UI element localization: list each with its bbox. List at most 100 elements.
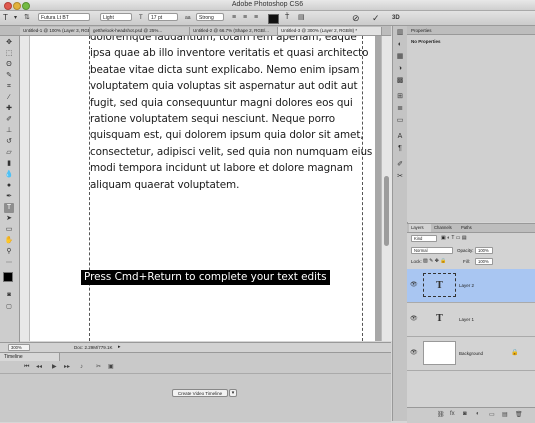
tab-untitled-3[interactable]: Untitled-3 @ 300% (Layer 2, RGB/8) * <box>278 27 382 35</box>
blend-mode-select[interactable]: Normal <box>411 247 453 254</box>
info-panel-icon[interactable]: ≣ <box>395 104 405 114</box>
trash-icon[interactable]: 🗑 <box>515 411 523 418</box>
adjustments-panel-icon[interactable]: ◑ <box>395 64 405 74</box>
play-icon[interactable]: ▶ <box>52 362 57 373</box>
document-canvas[interactable]: doloremque laudantium, totam rem aperiam… <box>30 36 375 341</box>
font-size-select[interactable]: 17 pt <box>148 13 178 21</box>
eyedropper-tool-icon[interactable]: ∕ <box>4 93 14 103</box>
type-tool-icon[interactable]: T <box>3 11 8 25</box>
text-color-swatch[interactable] <box>268 14 279 24</box>
font-family-select[interactable]: Futura Lt BT <box>38 13 90 21</box>
eraser-tool-icon[interactable]: ▱ <box>4 148 14 158</box>
tab-headshot[interactable]: getthelook-headshot.psd @ 25%... <box>90 27 190 35</box>
new-group-icon[interactable]: ▭ <box>489 411 495 418</box>
brush-panel-icon[interactable]: ✐ <box>395 160 405 170</box>
first-frame-icon[interactable]: ⏮ <box>24 362 29 373</box>
layer-name[interactable]: Layer 1 <box>459 317 474 322</box>
screen-mode-icon[interactable]: ▢ <box>4 302 14 312</box>
gradient-tool-icon[interactable]: ▮ <box>4 159 14 169</box>
panel-dock: ▥ ◐ ▦ ◑ ▩ ⊞ ≣ ▭ A ¶ ✐ ✂ <box>392 26 408 421</box>
dodge-tool-icon[interactable]: ● <box>4 181 14 191</box>
properties-tab[interactable]: Properties <box>407 26 535 35</box>
text-orientation-icon[interactable]: ⇅ <box>24 11 30 25</box>
hand-tool-icon[interactable]: ✋ <box>4 236 14 246</box>
quick-mask-icon[interactable]: ◙ <box>4 290 14 300</box>
crop-tool-icon[interactable]: ⌗ <box>4 82 14 92</box>
zoom-level-field[interactable]: 300% <box>8 344 30 351</box>
marquee-tool-icon[interactable]: ⬚ <box>4 49 14 59</box>
scrollbar-thumb[interactable] <box>384 176 389 246</box>
type-tool-icon[interactable]: T <box>4 203 14 213</box>
align-right-icon[interactable]: ≡ <box>254 11 258 25</box>
antialias-select[interactable]: Strong <box>196 13 224 21</box>
link-layers-icon[interactable]: ⛓ <box>437 411 445 418</box>
zoom-tool-icon[interactable]: ⚲ <box>4 247 14 257</box>
healing-brush-tool-icon[interactable]: ✚ <box>4 104 14 114</box>
fill-field[interactable]: 100% <box>475 258 493 265</box>
lasso-tool-icon[interactable]: ʘ <box>4 60 14 70</box>
transition-icon[interactable]: ▣ <box>108 362 114 373</box>
tab-layers[interactable]: Layers <box>409 224 431 232</box>
tool-presets-icon[interactable]: ✂ <box>395 172 405 182</box>
font-style-select[interactable]: Light <box>100 13 132 21</box>
quick-select-tool-icon[interactable]: ✎ <box>4 71 14 81</box>
visibility-eye-icon[interactable]: 👁 <box>410 315 418 322</box>
visibility-eye-icon[interactable]: 👁 <box>410 349 418 356</box>
opacity-field[interactable]: 100% <box>475 247 493 254</box>
vertical-scrollbar[interactable] <box>381 36 392 341</box>
more-tools-icon[interactable]: ⋯ <box>4 258 14 268</box>
lock-icons[interactable]: ▨ ✎ ✥ 🔒 <box>423 258 447 264</box>
color-panel-icon[interactable]: ◐ <box>395 40 405 50</box>
audio-icon[interactable]: ♪ <box>80 362 83 373</box>
layer-style-icon[interactable]: fx <box>450 411 455 417</box>
paragraph-panel-icon[interactable]: ¶ <box>395 144 405 154</box>
align-center-icon[interactable]: ≡ <box>243 11 247 25</box>
warp-text-icon[interactable]: Ť <box>285 11 289 25</box>
tab-paths[interactable]: Paths <box>459 224 479 232</box>
filter-icons[interactable]: ▣ ◐ T ▭ ▤ <box>441 235 467 241</box>
timeline-tab[interactable]: Timeline <box>0 353 60 361</box>
clone-stamp-tool-icon[interactable]: ⊥ <box>4 126 14 136</box>
next-frame-icon[interactable]: ▸▸ <box>64 362 70 373</box>
tab-untitled-1[interactable]: Untitled-1 @ 100% (Layer 3, RGB/8) <box>20 27 90 35</box>
blur-tool-icon[interactable]: 💧 <box>4 170 14 180</box>
3d-mode-button[interactable]: 3D <box>392 11 400 25</box>
navigator-panel-icon[interactable]: ▭ <box>395 116 405 126</box>
text-layer-content[interactable]: doloremque laudantium, totam rem aperiam… <box>90 36 391 193</box>
history-panel-icon[interactable]: ▥ <box>395 28 405 38</box>
layer-filter-select[interactable]: Kind <box>411 235 437 242</box>
foreground-color-swatch[interactable] <box>3 272 13 282</box>
actions-panel-icon[interactable]: ⊞ <box>395 92 405 102</box>
swatches-panel-icon[interactable]: ▦ <box>395 52 405 62</box>
character-panel-icon[interactable]: A <box>395 132 405 142</box>
commit-edits-button[interactable]: ✓ <box>372 11 380 25</box>
align-left-icon[interactable]: ≡ <box>232 11 236 25</box>
tab-untitled-2[interactable]: Untitled-2 @ 66.7% (Shape 2, RGB/... <box>190 27 278 35</box>
styles-panel-icon[interactable]: ▩ <box>395 76 405 86</box>
history-brush-tool-icon[interactable]: ↺ <box>4 137 14 147</box>
pen-tool-icon[interactable]: ✒ <box>4 192 14 202</box>
adjustment-layer-icon[interactable]: ◐ <box>476 411 480 417</box>
canvas-area[interactable]: doloremque laudantium, totam rem aperiam… <box>20 36 391 341</box>
add-mask-icon[interactable]: ◙ <box>463 411 467 417</box>
layer-row-layer-1[interactable]: 👁 T Layer 1 <box>407 303 535 337</box>
brush-tool-icon[interactable]: ✐ <box>4 115 14 125</box>
layer-name[interactable]: Background <box>459 351 483 356</box>
path-selection-tool-icon[interactable]: ➤ <box>4 214 14 224</box>
layer-name[interactable]: Layer 2 <box>459 283 474 288</box>
status-arrow-icon[interactable]: ▸ <box>118 344 121 350</box>
timeline-dropdown[interactable]: ▾ <box>229 389 237 397</box>
visibility-eye-icon[interactable]: 👁 <box>410 281 418 288</box>
character-panel-icon[interactable]: ▤ <box>298 11 305 25</box>
layer-row-layer-2[interactable]: 👁 T Layer 2 <box>407 269 535 303</box>
scissors-icon[interactable]: ✂ <box>96 362 101 373</box>
layer-row-background[interactable]: 👁 Background 🔒 <box>407 337 535 371</box>
cancel-edits-button[interactable]: ⊘ <box>352 11 360 25</box>
move-tool-icon[interactable]: ✥ <box>4 38 14 48</box>
new-layer-icon[interactable]: ▤ <box>502 411 508 418</box>
tab-channels[interactable]: Channels <box>432 224 458 232</box>
previous-frame-icon[interactable]: ◂◂ <box>36 362 42 373</box>
chevron-down-icon[interactable]: ▾ <box>14 11 17 25</box>
create-video-timeline-button[interactable]: Create Video Timeline <box>172 389 228 397</box>
shape-tool-icon[interactable]: ▭ <box>4 225 14 235</box>
